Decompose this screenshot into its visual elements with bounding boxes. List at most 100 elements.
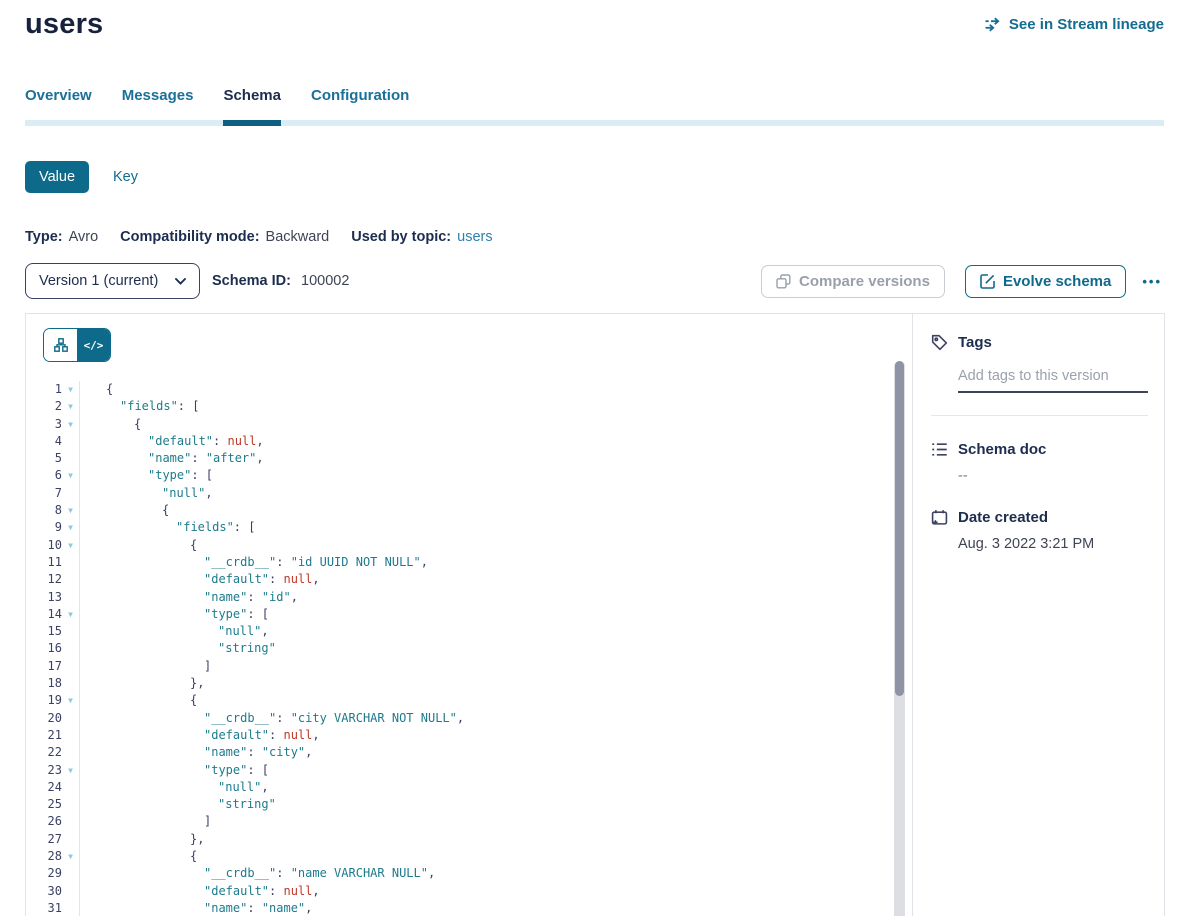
- code-line: "name": "after",: [80, 450, 912, 467]
- compatibility-label: Compatibility mode:: [120, 229, 259, 245]
- fold-toggle-icon[interactable]: ▼: [62, 537, 79, 554]
- fold-spacer: [62, 640, 79, 657]
- schema-page: users See in Stream lineage Overview Mes…: [0, 8, 1189, 916]
- line-number: 13: [26, 589, 62, 606]
- fold-spacer: [62, 744, 79, 761]
- line-number: 4: [26, 433, 62, 450]
- fold-toggle-icon[interactable]: ▼: [62, 467, 79, 484]
- line-number: 20: [26, 710, 62, 727]
- code-line: {: [80, 416, 912, 433]
- code-line: {: [80, 502, 912, 519]
- schema-doc-section: Schema doc --: [931, 441, 1148, 484]
- code-line: "string": [80, 640, 912, 657]
- line-number: 22: [26, 744, 62, 761]
- fold-toggle-icon[interactable]: ▼: [62, 416, 79, 433]
- code-line: {: [80, 848, 912, 865]
- code-line: "name": "id",: [80, 589, 912, 606]
- version-select[interactable]: Version 1 (current): [25, 263, 200, 299]
- fold-toggle-icon[interactable]: ▼: [62, 606, 79, 623]
- code-line: {: [80, 381, 912, 398]
- tags-section: Tags: [931, 334, 1148, 416]
- code-line: "fields": [: [80, 398, 912, 415]
- fold-toggle-icon[interactable]: ▼: [62, 398, 79, 415]
- line-number: 12: [26, 571, 62, 588]
- code-line: "name": "name",: [80, 900, 912, 916]
- fold-toggle-icon[interactable]: ▼: [62, 762, 79, 779]
- schema-doc-value: --: [958, 468, 1148, 484]
- tab-configuration[interactable]: Configuration: [311, 87, 409, 120]
- code-editor[interactable]: 1▼2▼3▼456▼78▼9▼10▼11121314▼1516171819▼20…: [26, 381, 912, 916]
- code-line: "null",: [80, 485, 912, 502]
- fold-toggle-icon[interactable]: ▼: [62, 502, 79, 519]
- more-options-button[interactable]: •••: [1140, 270, 1164, 293]
- code-line: "default": null,: [80, 883, 912, 900]
- line-number: 6: [26, 467, 62, 484]
- line-number: 27: [26, 831, 62, 848]
- line-number: 10: [26, 537, 62, 554]
- code-line: "string": [80, 796, 912, 813]
- code-view-button[interactable]: </>: [77, 329, 110, 361]
- compatibility-value: Backward: [266, 229, 330, 245]
- used-by-topic-label: Used by topic:: [351, 229, 451, 245]
- tree-view-button[interactable]: [44, 329, 77, 361]
- list-icon: [931, 441, 948, 458]
- editor-view-toggle: </>: [43, 328, 111, 362]
- fold-spacer: [62, 796, 79, 813]
- key-toggle-button[interactable]: Key: [113, 169, 138, 185]
- code-icon: </>: [84, 339, 104, 352]
- scrollbar-track[interactable]: [894, 361, 905, 916]
- code-line: "null",: [80, 779, 912, 796]
- fold-spacer: [62, 883, 79, 900]
- type-value: Avro: [69, 229, 99, 245]
- fold-spacer: [62, 623, 79, 640]
- tab-schema[interactable]: Schema: [223, 87, 281, 120]
- schema-panel: </> 1▼2▼3▼456▼78▼9▼10▼11121314▼151617181…: [25, 313, 1165, 916]
- line-number: 30: [26, 883, 62, 900]
- code-line: },: [80, 831, 912, 848]
- fold-spacer: [62, 900, 79, 916]
- tab-messages[interactable]: Messages: [122, 87, 194, 120]
- fold-spacer: [62, 433, 79, 450]
- chevron-down-icon: [175, 278, 186, 285]
- tags-title: Tags: [958, 334, 992, 351]
- see-in-stream-lineage-link[interactable]: See in Stream lineage: [984, 16, 1164, 33]
- code-line: "__crdb__": "id UUID NOT NULL",: [80, 554, 912, 571]
- code-line: "name": "city",: [80, 744, 912, 761]
- used-by-topic-link[interactable]: users: [457, 229, 492, 245]
- fold-toggle-icon[interactable]: ▼: [62, 519, 79, 536]
- version-toolbar: Version 1 (current) Schema ID: 100002 Co…: [25, 263, 1164, 299]
- fold-spacer: [62, 675, 79, 692]
- calendar-plus-icon: [931, 509, 948, 526]
- code-line: "__crdb__": "name VARCHAR NULL",: [80, 865, 912, 882]
- tab-overview[interactable]: Overview: [25, 87, 92, 120]
- line-number: 29: [26, 865, 62, 882]
- line-number: 28: [26, 848, 62, 865]
- evolve-schema-button[interactable]: Evolve schema: [965, 265, 1126, 298]
- line-number: 7: [26, 485, 62, 502]
- compare-versions-button[interactable]: Compare versions: [761, 265, 945, 298]
- line-number: 21: [26, 727, 62, 744]
- section-divider: [931, 415, 1148, 416]
- value-toggle-button[interactable]: Value: [25, 161, 89, 193]
- tab-bar: Overview Messages Schema Configuration: [25, 87, 1164, 120]
- tree-view-icon: [54, 338, 68, 352]
- line-number: 5: [26, 450, 62, 467]
- fold-spacer: [62, 571, 79, 588]
- line-number: 14: [26, 606, 62, 623]
- line-number: 2: [26, 398, 62, 415]
- code-line: "__crdb__": "city VARCHAR NOT NULL",: [80, 710, 912, 727]
- tags-input[interactable]: [958, 368, 1148, 393]
- fold-spacer: [62, 831, 79, 848]
- line-number: 26: [26, 813, 62, 830]
- fold-spacer: [62, 865, 79, 882]
- line-number: 18: [26, 675, 62, 692]
- line-number: 19: [26, 692, 62, 709]
- fold-toggle-icon[interactable]: ▼: [62, 848, 79, 865]
- date-created-value: Aug. 3 2022 3:21 PM: [958, 536, 1148, 552]
- line-number: 1: [26, 381, 62, 398]
- code-line: ]: [80, 813, 912, 830]
- code-lines: {"fields": [{"default": null,"name": "af…: [80, 381, 912, 916]
- fold-toggle-icon[interactable]: ▼: [62, 381, 79, 398]
- fold-toggle-icon[interactable]: ▼: [62, 692, 79, 709]
- scrollbar-thumb[interactable]: [895, 361, 904, 696]
